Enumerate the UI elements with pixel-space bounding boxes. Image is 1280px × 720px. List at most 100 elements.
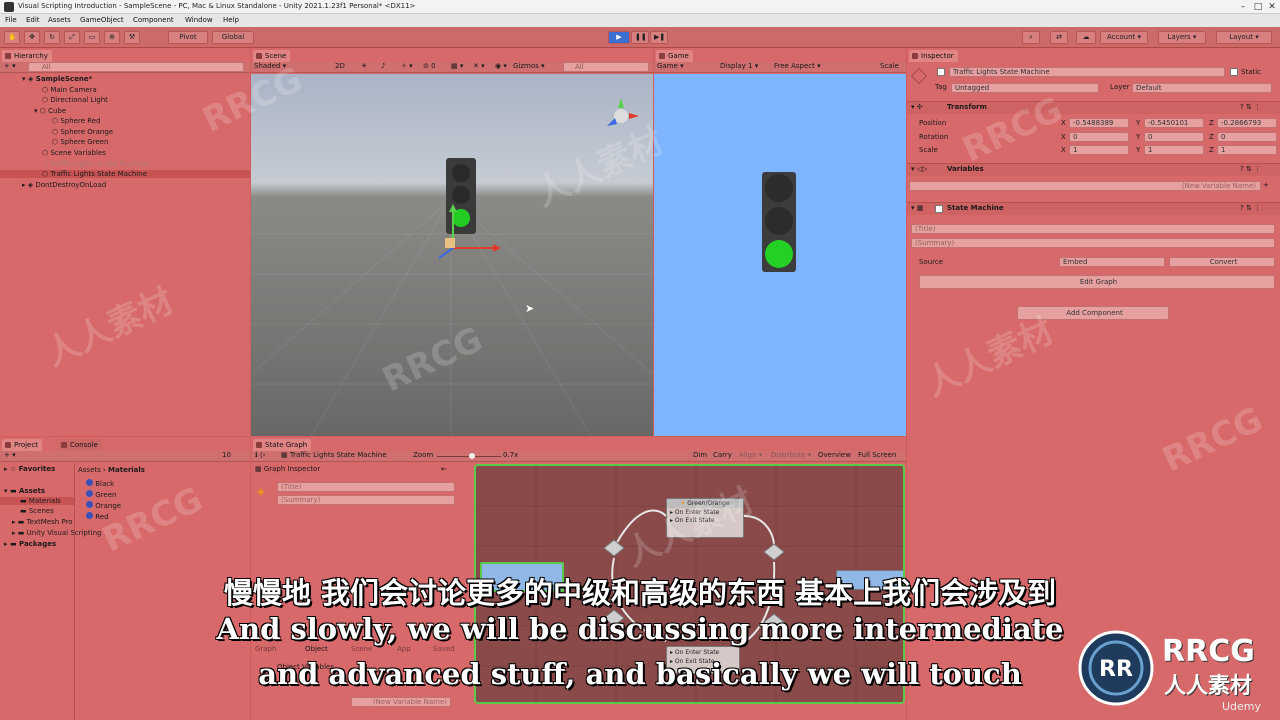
- orientation-gizmo[interactable]: [601, 96, 641, 136]
- graph-breadcrumb[interactable]: ▦ Traffic Lights State Machine: [281, 451, 387, 459]
- hidden-icon[interactable]: ⊘ 0: [423, 62, 436, 70]
- layout-dropdown[interactable]: Layout ▾: [1216, 31, 1272, 44]
- toggle-2d[interactable]: 2D: [335, 62, 345, 70]
- dim-toggle[interactable]: Dim: [693, 451, 707, 459]
- grid-icon[interactable]: ▦ ▾: [451, 62, 463, 70]
- zoom-slider-handle[interactable]: [469, 453, 475, 459]
- hierarchy-item[interactable]: ⬡ Scene Variables: [42, 149, 106, 157]
- layers-dropdown[interactable]: Layers ▾: [1158, 31, 1206, 44]
- new-variable-input[interactable]: (New Variable Name): [909, 181, 1261, 191]
- account-dropdown[interactable]: Account ▾: [1100, 31, 1148, 44]
- graph-inspector-pin-icon[interactable]: ⇤: [441, 465, 447, 473]
- state-machine-enabled-checkbox[interactable]: [935, 205, 943, 213]
- hierarchy-search-input[interactable]: All: [28, 62, 244, 72]
- rotation-x[interactable]: 0: [1069, 132, 1129, 142]
- graph-toolbar-icons[interactable]: ℹ ⟨›: [255, 451, 265, 459]
- camera-icon[interactable]: ◉ ▾: [495, 62, 507, 70]
- tab-scene[interactable]: Scene: [253, 50, 291, 62]
- scale-y[interactable]: 1: [1144, 145, 1204, 155]
- move-tool-icon[interactable]: ✥: [24, 31, 40, 44]
- maximize-button[interactable]: □: [1251, 0, 1265, 14]
- global-toggle[interactable]: Global: [212, 31, 254, 44]
- move-gizmo[interactable]: [431, 204, 511, 264]
- hierarchy-item[interactable]: ⬡ Sphere Orange: [52, 128, 113, 136]
- material-item[interactable]: Green: [86, 490, 116, 499]
- tree-item-scenes[interactable]: ▬ Scenes: [20, 507, 54, 515]
- object-name-field[interactable]: Traffic Lights State Machine: [949, 67, 1225, 77]
- blackboard-tab-app[interactable]: App: [397, 645, 411, 653]
- tree-item-visual-scripting[interactable]: ▸ ▬ Unity Visual Scripting: [12, 529, 101, 537]
- hierarchy-item[interactable]: ⬡ Sphere Green: [52, 138, 108, 146]
- blackboard-tab-scene[interactable]: Scene: [351, 645, 372, 653]
- favorites-item[interactable]: ▸ ☆ Favorites: [4, 465, 55, 473]
- assets-item[interactable]: ▾ ▬ Assets: [4, 487, 45, 495]
- audio-icon[interactable]: ♪: [381, 62, 385, 70]
- position-y[interactable]: -0.5450101: [1144, 118, 1204, 128]
- scene-search-input[interactable]: All: [563, 62, 649, 72]
- material-item[interactable]: Orange: [86, 501, 121, 510]
- material-item[interactable]: Red: [86, 512, 109, 521]
- collab-icon[interactable]: ⇄: [1050, 31, 1068, 44]
- scale-tool-icon[interactable]: ⤢: [64, 31, 80, 44]
- lighting-icon[interactable]: ☀: [361, 62, 367, 70]
- graph-summary-input[interactable]: (Summary): [277, 495, 455, 505]
- scale-x[interactable]: 1: [1069, 145, 1129, 155]
- carry-toggle[interactable]: Carry: [713, 451, 732, 459]
- blackboard-tab-object[interactable]: Object: [305, 645, 328, 653]
- static-checkbox[interactable]: [1230, 68, 1238, 76]
- menu-assets[interactable]: Assets: [48, 16, 71, 24]
- tree-item-materials[interactable]: ▬ Materials: [0, 497, 74, 505]
- minimize-button[interactable]: –: [1236, 0, 1250, 14]
- tab-inspector[interactable]: Inspector: [909, 50, 958, 62]
- hierarchy-item-dontdestroy[interactable]: ▸ ◈ DontDestroyOnLoad: [22, 181, 106, 189]
- tab-state-graph[interactable]: State Graph: [253, 439, 312, 451]
- sm-title-input[interactable]: (Title): [911, 224, 1275, 234]
- variables-header[interactable]: ▾ ◁▷ Variables ? ⇅ ⋮: [907, 163, 1280, 176]
- menu-gameobject[interactable]: GameObject: [80, 16, 124, 24]
- close-button[interactable]: ✕: [1265, 0, 1279, 14]
- play-button[interactable]: ▶: [608, 31, 630, 44]
- breadcrumb-leaf[interactable]: Materials: [108, 466, 145, 474]
- hierarchy-item[interactable]: ⬡ Traffic Lights Script Machine: [42, 160, 149, 168]
- material-item[interactable]: Black: [86, 479, 114, 488]
- graph-new-variable-input[interactable]: (New Variable Name): [351, 697, 451, 707]
- pivot-toggle[interactable]: Pivot: [168, 31, 208, 44]
- custom-tool-icon[interactable]: ⚒: [124, 31, 140, 44]
- state-node-green-orange[interactable]: ✦ Green/Orange ▸ On Enter State ▸ On Exi…: [666, 498, 744, 538]
- distribute-dropdown[interactable]: Distribute ▾: [771, 451, 811, 459]
- align-dropdown[interactable]: Align ▾: [739, 451, 762, 459]
- hand-tool-icon[interactable]: ✋: [4, 31, 20, 44]
- packages-item[interactable]: ▸ ▬ Packages: [4, 540, 56, 548]
- component-menu-icon[interactable]: ? ⇅ ⋮: [1240, 204, 1261, 212]
- position-z[interactable]: -0.2866793: [1217, 118, 1277, 128]
- scene-root-item[interactable]: ▾ ◈ SampleScene*: [22, 75, 92, 83]
- state-machine-header[interactable]: ▾ ▦ State Machine ? ⇅ ⋮: [907, 202, 1280, 215]
- project-add-icon[interactable]: + ▾: [4, 451, 16, 459]
- scene-viewport[interactable]: ➤: [251, 74, 653, 436]
- transform-tool-icon[interactable]: ⊕: [104, 31, 120, 44]
- tree-item-textmesh[interactable]: ▸ ▬ TextMesh Pro: [12, 518, 73, 526]
- add-component-button[interactable]: Add Component: [1017, 306, 1169, 320]
- tag-dropdown[interactable]: Untagged: [951, 83, 1099, 93]
- add-icon[interactable]: + ▾: [4, 62, 16, 70]
- transform-header[interactable]: ▾ ✣ Transform ? ⇅ ⋮: [907, 101, 1280, 114]
- position-x[interactable]: -0.5488389: [1069, 118, 1129, 128]
- tab-game[interactable]: Game: [656, 50, 693, 62]
- rotation-z[interactable]: 0: [1217, 132, 1277, 142]
- effects-icon[interactable]: ✧ ▾: [401, 62, 413, 70]
- tab-project[interactable]: Project: [2, 439, 42, 451]
- menu-window[interactable]: Window: [185, 16, 213, 24]
- step-button[interactable]: ▶❚: [650, 31, 668, 44]
- rotate-tool-icon[interactable]: ↻: [44, 31, 60, 44]
- gizmos-dropdown[interactable]: Gizmos ▾: [513, 62, 545, 70]
- layer-dropdown[interactable]: Default: [1132, 83, 1272, 93]
- rect-tool-icon[interactable]: ▭: [84, 31, 100, 44]
- pause-button[interactable]: ❚❚: [631, 31, 649, 44]
- menu-file[interactable]: File: [5, 16, 17, 24]
- shading-dropdown[interactable]: Shaded ▾: [254, 62, 286, 70]
- hierarchy-item[interactable]: ⬡ Sphere Red: [52, 117, 101, 125]
- blackboard-tab-graph[interactable]: Graph: [255, 645, 276, 653]
- aspect-dropdown[interactable]: Free Aspect ▾: [774, 62, 821, 70]
- rotation-y[interactable]: 0: [1144, 132, 1204, 142]
- menu-edit[interactable]: Edit: [26, 16, 40, 24]
